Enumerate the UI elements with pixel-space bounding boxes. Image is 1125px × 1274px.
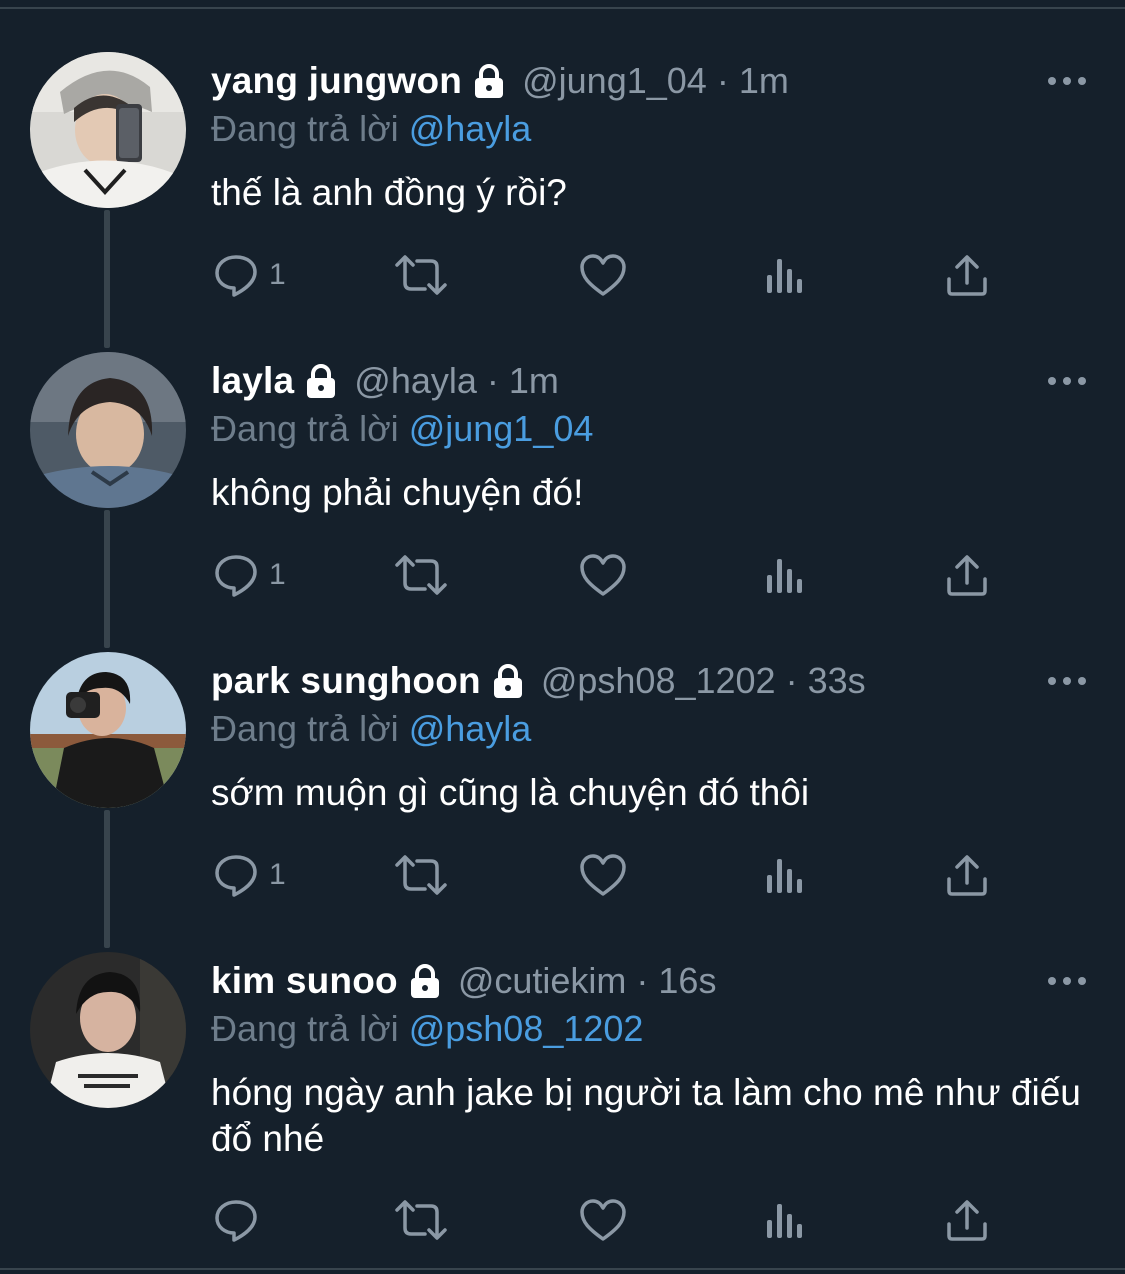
like-icon bbox=[580, 554, 626, 596]
views-button[interactable] bbox=[765, 550, 805, 600]
more-icon[interactable] bbox=[1047, 974, 1087, 986]
display-name[interactable]: kim sunoo bbox=[211, 960, 398, 1002]
like-button[interactable] bbox=[579, 1195, 627, 1245]
reply-icon bbox=[215, 555, 257, 597]
reply-count: 1 bbox=[269, 258, 286, 291]
username[interactable]: @hayla bbox=[354, 360, 477, 402]
mention-link[interactable]: @hayla bbox=[409, 108, 532, 149]
retweet-icon bbox=[395, 255, 447, 295]
avatar[interactable] bbox=[30, 52, 186, 208]
mention-link[interactable]: @jung1_04 bbox=[409, 408, 594, 449]
retweet-icon bbox=[395, 1200, 447, 1240]
replying-to: Đang trả lời @psh08_1202 bbox=[211, 1008, 643, 1050]
tweet[interactable]: kim sunoo @cutiekim · 16s Đang trả lời @… bbox=[0, 952, 1125, 1262]
action-bar: 1 bbox=[211, 850, 1011, 900]
replying-to-label: Đang trả lời bbox=[211, 708, 399, 749]
action-bar: 1 bbox=[211, 550, 1011, 600]
separator: · bbox=[486, 360, 499, 401]
avatar[interactable] bbox=[30, 352, 186, 508]
share-icon bbox=[947, 255, 987, 296]
views-icon bbox=[767, 259, 802, 293]
like-icon bbox=[580, 1199, 626, 1241]
like-button[interactable] bbox=[579, 550, 627, 600]
share-button[interactable] bbox=[945, 1195, 989, 1245]
share-icon bbox=[947, 555, 987, 596]
like-icon bbox=[580, 854, 626, 896]
tweet[interactable]: park sunghoon @psh08_1202 · 33s Đang trả… bbox=[0, 652, 1125, 932]
avatar[interactable] bbox=[30, 952, 186, 1108]
top-divider bbox=[0, 0, 1125, 9]
like-button[interactable] bbox=[579, 250, 627, 300]
display-name[interactable]: yang jungwon bbox=[211, 60, 462, 102]
more-icon[interactable] bbox=[1047, 74, 1087, 86]
separator: · bbox=[785, 660, 798, 701]
separator: · bbox=[716, 60, 729, 101]
reply-count: 1 bbox=[269, 558, 286, 591]
like-icon bbox=[580, 254, 626, 296]
bottom-divider bbox=[0, 1268, 1125, 1274]
tweet-text: hóng ngày anh jake bị người ta làm cho m… bbox=[211, 1072, 1081, 1159]
views-button[interactable] bbox=[765, 250, 805, 300]
reply-count: 1 bbox=[269, 858, 286, 891]
tweet[interactable]: yang jungwon @jung1_04 · 1m Đang trả lời… bbox=[0, 52, 1125, 332]
retweet-button[interactable] bbox=[393, 850, 449, 900]
username[interactable]: @psh08_1202 bbox=[541, 660, 776, 702]
timestamp[interactable]: 33s bbox=[808, 660, 866, 702]
more-icon[interactable] bbox=[1047, 374, 1087, 386]
share-icon bbox=[947, 1200, 987, 1241]
username[interactable]: @cutiekim bbox=[458, 960, 627, 1002]
replying-to-label: Đang trả lời bbox=[211, 108, 399, 149]
share-button[interactable] bbox=[945, 250, 989, 300]
views-icon bbox=[767, 559, 802, 593]
reply-button[interactable] bbox=[213, 1195, 269, 1245]
replying-to-label: Đang trả lời bbox=[211, 1008, 399, 1049]
reply-button[interactable]: 1 bbox=[213, 250, 286, 300]
display-name[interactable]: park sunghoon bbox=[211, 660, 481, 702]
reply-icon bbox=[215, 1200, 257, 1242]
reply-button[interactable]: 1 bbox=[213, 850, 286, 900]
mention-link[interactable]: @psh08_1202 bbox=[409, 1008, 644, 1049]
retweet-button[interactable] bbox=[393, 250, 449, 300]
replying-to-label: Đang trả lời bbox=[211, 408, 399, 449]
mention-link[interactable]: @hayla bbox=[409, 708, 532, 749]
replying-to: Đang trả lời @jung1_04 bbox=[211, 408, 593, 450]
display-name[interactable]: layla bbox=[211, 360, 294, 402]
lock-icon bbox=[304, 363, 338, 399]
replying-to: Đang trả lời @hayla bbox=[211, 108, 531, 150]
views-button[interactable] bbox=[765, 850, 805, 900]
reply-icon bbox=[215, 855, 257, 897]
action-bar bbox=[211, 1195, 1011, 1245]
lock-icon bbox=[408, 963, 442, 999]
replying-to: Đang trả lời @hayla bbox=[211, 708, 531, 750]
lock-icon bbox=[491, 663, 525, 699]
retweet-icon bbox=[395, 555, 447, 595]
retweet-button[interactable] bbox=[393, 550, 449, 600]
share-icon bbox=[947, 855, 987, 896]
tweet-text: không phải chuyện đó! bbox=[211, 472, 584, 513]
like-button[interactable] bbox=[579, 850, 627, 900]
share-button[interactable] bbox=[945, 850, 989, 900]
views-icon bbox=[767, 1204, 802, 1238]
share-button[interactable] bbox=[945, 550, 989, 600]
retweet-button[interactable] bbox=[393, 1195, 449, 1245]
separator: · bbox=[636, 960, 649, 1001]
lock-icon bbox=[472, 63, 506, 99]
avatar[interactable] bbox=[30, 652, 186, 808]
timestamp[interactable]: 1m bbox=[509, 360, 559, 402]
views-button[interactable] bbox=[765, 1195, 805, 1245]
more-icon[interactable] bbox=[1047, 674, 1087, 686]
tweet[interactable]: layla @hayla · 1m Đang trả lời @jung1_04… bbox=[0, 352, 1125, 632]
tweet-text: thế là anh đồng ý rồi? bbox=[211, 172, 567, 213]
reply-icon bbox=[215, 255, 257, 297]
views-icon bbox=[767, 859, 802, 893]
retweet-icon bbox=[395, 855, 447, 895]
action-bar: 1 bbox=[211, 250, 1011, 300]
username[interactable]: @jung1_04 bbox=[522, 60, 707, 102]
reply-button[interactable]: 1 bbox=[213, 550, 286, 600]
timestamp[interactable]: 16s bbox=[658, 960, 716, 1002]
tweet-text: sớm muộn gì cũng là chuyện đó thôi bbox=[211, 772, 810, 813]
timestamp[interactable]: 1m bbox=[739, 60, 789, 102]
